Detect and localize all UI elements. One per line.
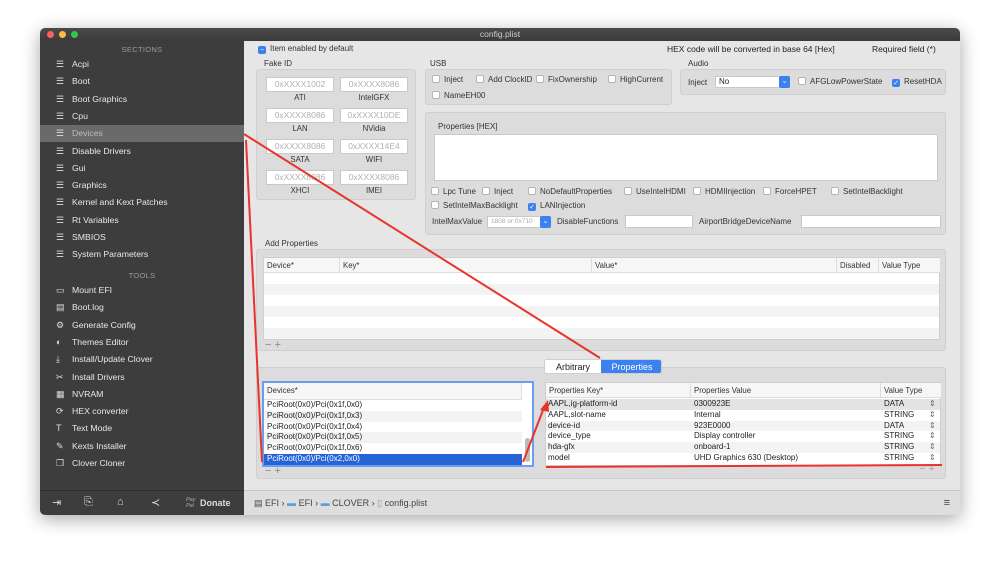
annotation-line-to-device-list: [245, 139, 263, 463]
annotation-line-to-properties-tab: [243, 133, 601, 359]
annotation-arrow-to-property: [522, 404, 546, 463]
annotation-overlay: [243, 133, 943, 468]
arrow-head: [540, 400, 549, 412]
annotation-underline-properties: [545, 464, 943, 468]
